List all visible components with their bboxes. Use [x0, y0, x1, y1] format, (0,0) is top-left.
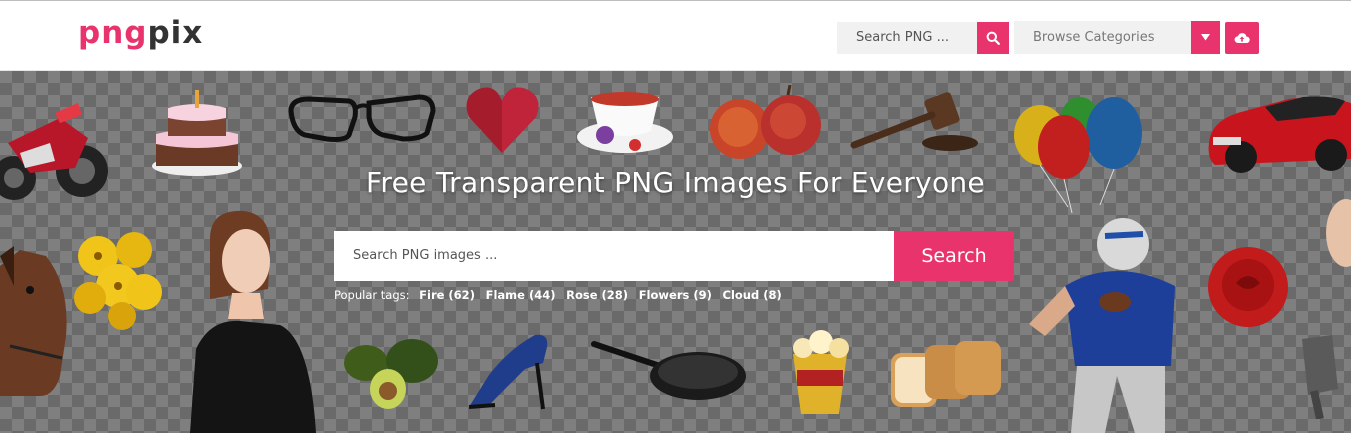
tag-fire[interactable]: Fire (62) — [419, 288, 475, 302]
site-header: pngpix Search PNG ... Browse Categories — [0, 0, 1351, 71]
avocado-image — [344, 339, 438, 409]
rose-image — [1208, 247, 1288, 327]
caret-down-icon — [1201, 34, 1210, 41]
tea-cup-image — [577, 92, 673, 153]
tag-flowers[interactable]: Flowers (9) — [639, 288, 712, 302]
upload-button[interactable] — [1225, 22, 1259, 54]
main-search-button[interactable]: Search — [894, 231, 1014, 281]
woman-image — [190, 210, 316, 433]
gavel-image — [850, 92, 978, 151]
tag-cloud[interactable]: Cloud (8) — [723, 288, 782, 302]
main-search-input[interactable]: Search PNG images ... — [334, 231, 894, 281]
search-icon — [986, 31, 1000, 45]
tag-rose[interactable]: Rose (28) — [566, 288, 628, 302]
tag-flame[interactable]: Flame (44) — [486, 288, 556, 302]
high-heel-image — [468, 334, 548, 410]
header-search-input[interactable]: Search PNG ... — [837, 22, 977, 54]
popcorn-image — [793, 330, 849, 414]
flowers-image — [74, 232, 162, 330]
cloud-upload-icon — [1234, 33, 1250, 43]
frying-pan-image — [591, 341, 746, 400]
header-search-button[interactable] — [977, 22, 1009, 54]
football-player-image — [1029, 218, 1175, 433]
dumbbell-image — [1302, 335, 1338, 419]
apples-image — [710, 85, 821, 159]
heart-image — [466, 87, 539, 153]
person-edge-image — [1326, 199, 1351, 267]
popular-tags: Popular tags: Fire (62) Flame (44) Rose … — [334, 288, 789, 302]
hero-banner: Free Transparent PNG Images For Everyone… — [0, 71, 1351, 433]
logo-part-pix: pix — [147, 15, 204, 51]
hero-title: Free Transparent PNG Images For Everyone — [366, 166, 985, 199]
glasses-image — [288, 94, 436, 142]
browse-categories-select[interactable]: Browse Categories — [1014, 21, 1191, 54]
bread-image — [891, 341, 1001, 407]
browse-categories-toggle[interactable] — [1191, 21, 1220, 54]
popular-tags-label: Popular tags: — [334, 288, 410, 302]
logo-part-png: png — [78, 15, 148, 51]
logo[interactable]: pngpix — [78, 15, 203, 51]
horse-image — [0, 246, 67, 396]
